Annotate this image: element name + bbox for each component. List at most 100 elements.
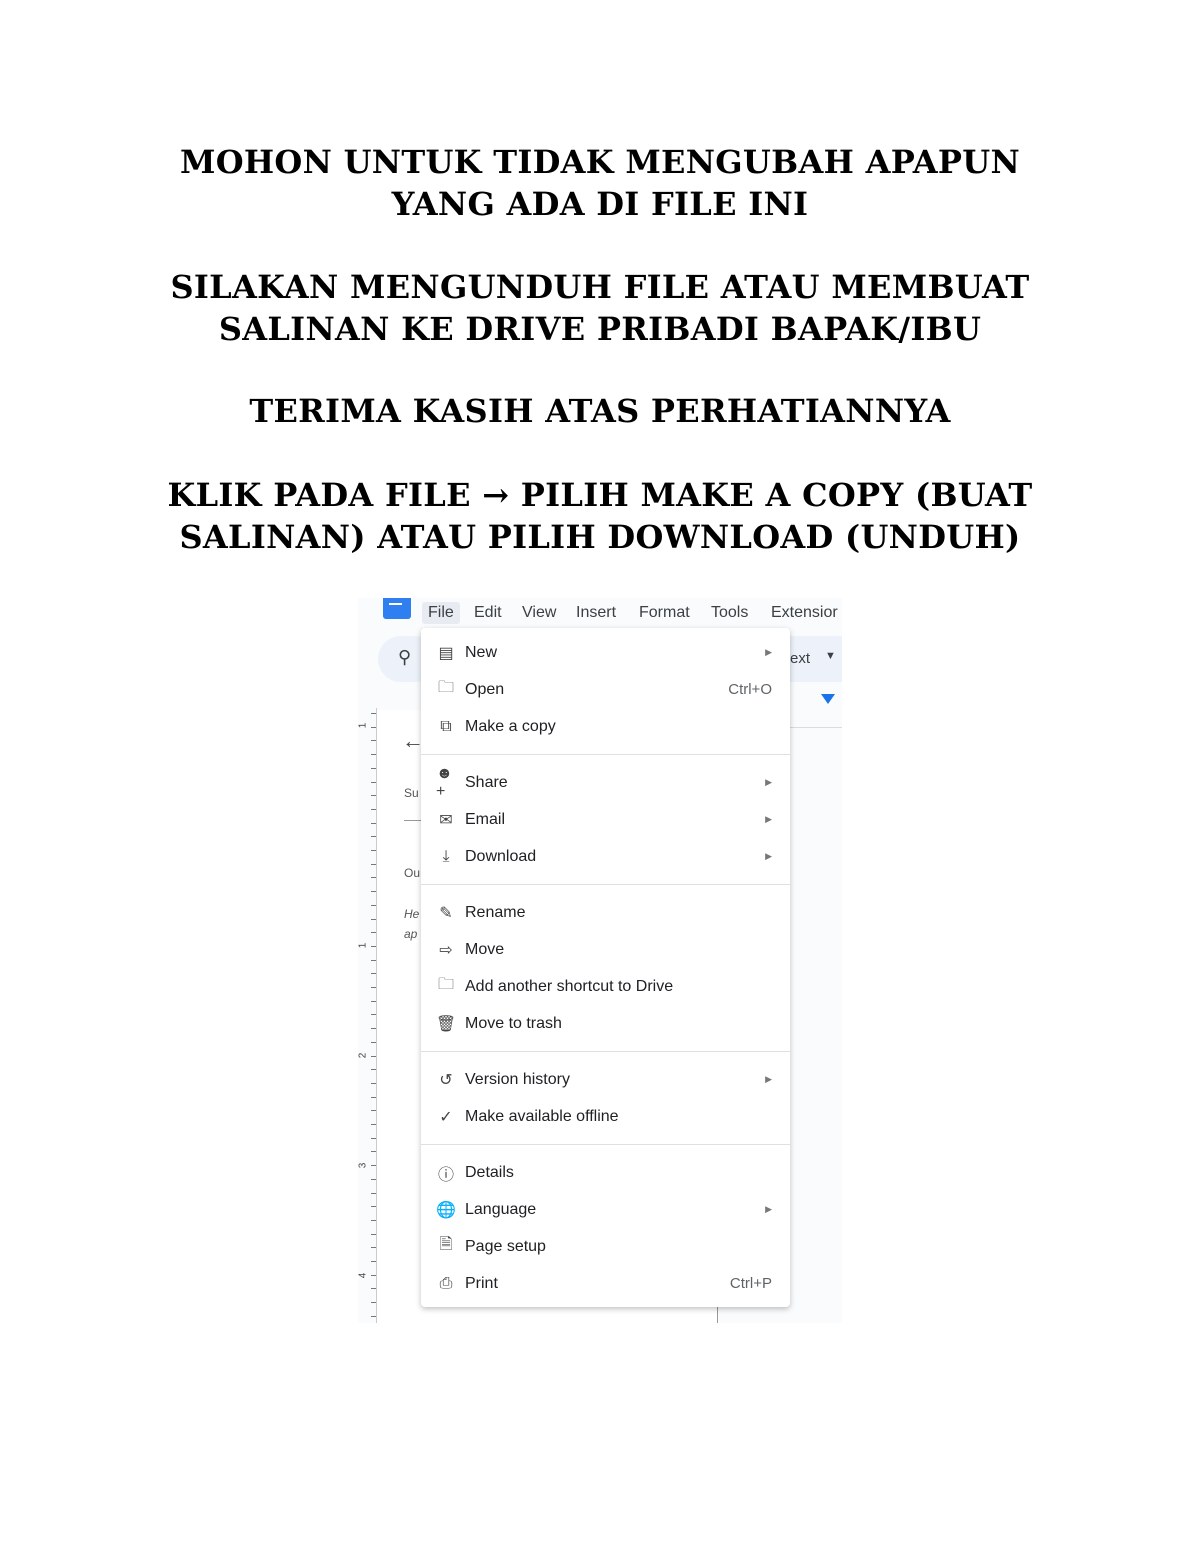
menu-item-label: Download xyxy=(465,847,537,865)
ruler-tick xyxy=(371,767,376,769)
heading-line: KLIK PADA FILE → PILIH MAKE A COPY (BUAT xyxy=(167,476,1033,514)
menu-item-move[interactable]: ⇨ Move xyxy=(421,931,790,968)
ruler-tick xyxy=(371,754,376,756)
menu-item-email[interactable]: ✉ Email ▶ xyxy=(421,801,790,838)
menu-item-version-history[interactable]: ↺ Version history ▶ xyxy=(421,1061,790,1098)
mail-icon: ✉ xyxy=(439,811,453,829)
menu-item-language[interactable]: 🌐 Language ▶ xyxy=(421,1191,790,1228)
caret-down-icon: ▼ xyxy=(825,650,836,662)
printer-icon: ⎙ xyxy=(439,1274,453,1292)
trash-icon: 🗑 xyxy=(435,1015,457,1033)
menu-item-label: Version history xyxy=(465,1070,570,1088)
menu-item-label: Details xyxy=(465,1163,514,1181)
ruler-tick xyxy=(371,795,376,797)
ruler-tick xyxy=(371,781,376,783)
menu-item-page-setup[interactable]: 🗎 Page setup xyxy=(421,1228,790,1265)
menu-format[interactable]: Format xyxy=(639,604,690,622)
ruler-tick xyxy=(371,1028,376,1030)
copy-icon: ⧉ xyxy=(440,717,452,735)
menu-item-make-a-copy[interactable]: ⧉ Make a copy xyxy=(421,708,790,745)
indent-marker[interactable] xyxy=(821,694,835,704)
menu-item-move-to-trash[interactable]: 🗑 Move to trash xyxy=(421,1005,790,1042)
shortcut-label: Ctrl+O xyxy=(728,681,772,698)
menu-separator xyxy=(421,745,790,764)
ruler-tick xyxy=(371,1178,376,1180)
menu-extensions[interactable]: Extensior xyxy=(771,604,838,622)
ruler-tick xyxy=(371,1274,376,1276)
ruler-tick xyxy=(371,1165,376,1167)
ruler-number: 1 xyxy=(358,942,369,949)
ruler-tick xyxy=(371,822,376,824)
ruler-line xyxy=(790,727,842,728)
ruler-tick xyxy=(371,1096,376,1098)
ruler-tick xyxy=(371,713,376,714)
ruler-tick xyxy=(371,1000,376,1002)
menu-separator xyxy=(421,875,790,894)
menu-separator xyxy=(421,1042,790,1061)
menu-item-label: Move xyxy=(465,940,505,958)
menu-item-label: Page setup xyxy=(465,1237,546,1255)
download-icon: ⤓ xyxy=(442,847,450,865)
info-icon: ⓘ xyxy=(437,1166,454,1184)
heading-line: SALINAN) ATAU PILIH DOWNLOAD (UNDUH) xyxy=(179,518,1021,556)
doc-fragment: ap xyxy=(404,927,418,941)
ruler-tick xyxy=(371,1055,376,1057)
ruler-tick xyxy=(371,877,376,879)
ruler-tick xyxy=(371,1124,376,1125)
menu-edit[interactable]: Edit xyxy=(474,604,502,622)
ruler-tick xyxy=(371,1288,376,1290)
ruler-tick xyxy=(371,891,376,893)
doc-fragment: Ou xyxy=(404,866,421,880)
menu-item-label: Language xyxy=(465,1200,537,1218)
doc-fragment: He xyxy=(404,907,420,921)
offline-check-icon: ✓ xyxy=(439,1108,453,1126)
search-icon: ⚲ xyxy=(398,647,412,667)
ruler-number: 4 xyxy=(358,1272,369,1279)
menu-item-rename[interactable]: ✎ Rename xyxy=(421,894,790,931)
menu-item-new[interactable]: ▤ New ▶ xyxy=(421,634,790,671)
menu-item-print[interactable]: ⎙ Print Ctrl+P xyxy=(421,1265,790,1302)
ruler-tick xyxy=(371,1233,376,1235)
menu-item-label: Email xyxy=(465,810,506,828)
submenu-arrow-icon: ▶ xyxy=(765,1204,772,1214)
history-icon: ↺ xyxy=(439,1071,453,1089)
ruler-tick xyxy=(371,1206,376,1208)
menu-item-label: Open xyxy=(465,680,505,698)
ruler-tick xyxy=(371,836,376,838)
submenu-arrow-icon: ▶ xyxy=(765,1074,772,1084)
ruler-tick xyxy=(371,1151,376,1153)
file-menu: ▤ New ▶ 🗀 Open Ctrl+O ⧉ Make a copy ☻+ Share ▶ ✉ Ema… xyxy=(421,628,790,1307)
ruler-tick xyxy=(371,1110,376,1112)
menu-separator xyxy=(421,1135,790,1154)
menu-item-label: Share xyxy=(465,773,508,791)
ruler-tick xyxy=(371,1014,376,1016)
menu-item-download[interactable]: ⤓ Download ▶ xyxy=(421,838,790,875)
menu-item-label: Make available offline xyxy=(465,1107,619,1125)
page-edge xyxy=(717,1307,718,1323)
ruler-number: 2 xyxy=(358,1052,369,1059)
ruler-tick xyxy=(371,740,376,742)
menu-item-make-available-offline[interactable]: ✓ Make available offline xyxy=(421,1098,790,1135)
style-dropdown[interactable]: ext ▼ xyxy=(783,636,842,682)
menu-item-label: Make a copy xyxy=(465,717,556,735)
menu-tools[interactable]: Tools xyxy=(711,604,748,622)
menu-insert[interactable]: Insert xyxy=(576,604,616,622)
doc-icon: ▤ xyxy=(438,644,454,662)
ruler-tick xyxy=(371,987,376,988)
menu-bar: File Edit View Insert Format Tools Exten… xyxy=(358,598,842,628)
ruler-number: 1 xyxy=(358,722,369,729)
heading-line: SILAKAN MENGUNDUH FILE ATAU MEMBUAT xyxy=(170,268,1030,306)
ruler-tick xyxy=(371,959,376,961)
menu-item-open[interactable]: 🗀 Open Ctrl+O xyxy=(421,671,790,708)
menu-view[interactable]: View xyxy=(522,604,556,622)
menu-item-label: Move to trash xyxy=(465,1014,562,1032)
folder-icon: 🗀 xyxy=(437,976,454,993)
menu-item-details[interactable]: ⓘ Details xyxy=(421,1154,790,1191)
move-folder-icon: ⇨ xyxy=(439,941,453,959)
submenu-arrow-icon: ▶ xyxy=(765,851,772,861)
pencil-icon: ✎ xyxy=(439,904,453,922)
menu-file[interactable]: File xyxy=(422,602,460,624)
heading-line: MOHON UNTUK TIDAK MENGUBAH APAPUN xyxy=(180,143,1020,181)
menu-item-add-another-shortcut-to-drive[interactable]: 🗀 Add another shortcut to Drive xyxy=(421,968,790,1005)
menu-item-share[interactable]: ☻+ Share ▶ xyxy=(421,764,790,801)
